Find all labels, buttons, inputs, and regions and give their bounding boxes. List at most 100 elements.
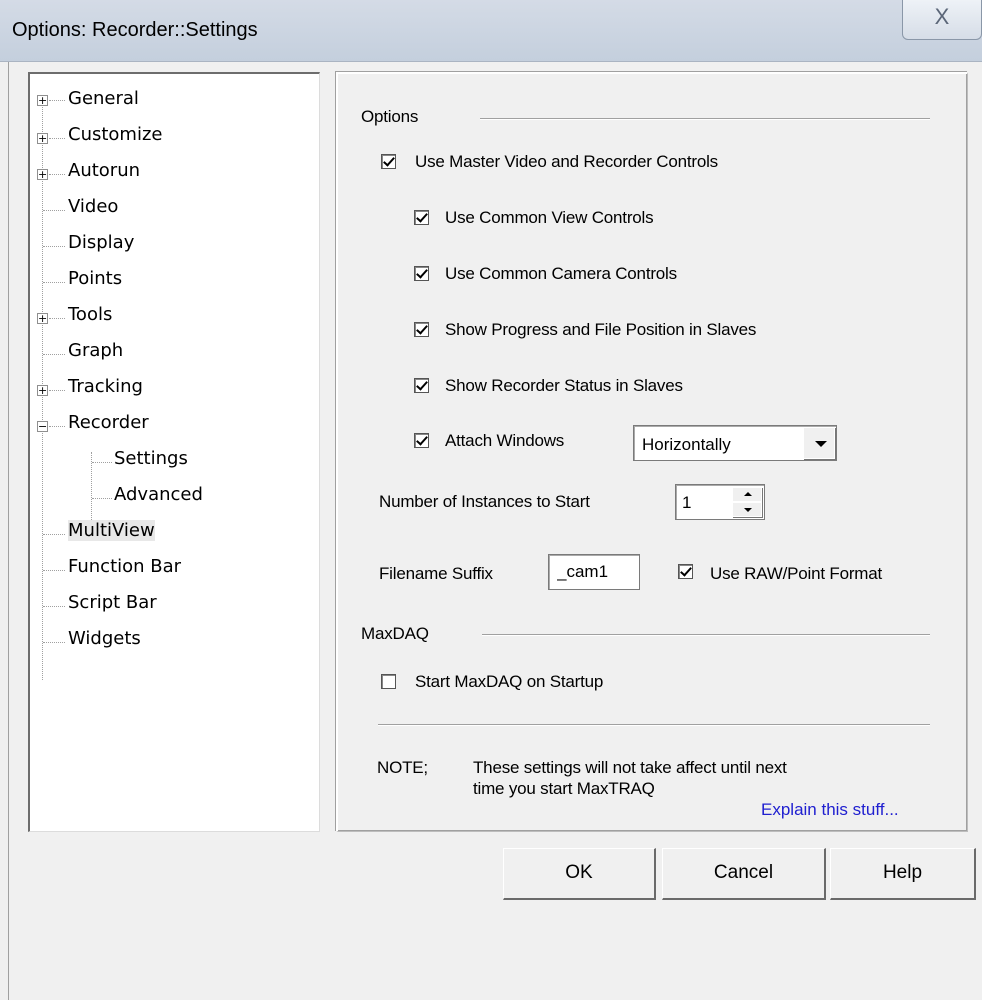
tree-item-label: Widgets xyxy=(68,628,141,649)
attach-windows-value: Horizontally xyxy=(642,435,731,454)
show-progress-checkbox[interactable] xyxy=(414,322,429,337)
tree-item-script-bar[interactable]: Script Bar xyxy=(30,590,310,620)
tree-connector xyxy=(43,534,65,535)
tree-connector xyxy=(49,390,65,391)
tree-item-label: Settings xyxy=(114,448,188,469)
common-view-checkbox[interactable] xyxy=(414,210,429,225)
note-label: NOTE; xyxy=(377,758,428,777)
attach-windows-dropdown[interactable]: Horizontally xyxy=(633,425,837,461)
tree-item-label: Graph xyxy=(68,340,124,361)
recorder-status-checkbox[interactable] xyxy=(414,378,429,393)
filename-suffix-field[interactable] xyxy=(548,554,640,590)
attach-windows-label[interactable]: Attach Windows xyxy=(445,431,564,451)
maxdaq-startup-checkbox[interactable] xyxy=(381,674,396,689)
tree-item-recorder-settings[interactable]: Settings xyxy=(30,446,310,476)
tree-connector xyxy=(43,282,65,283)
expand-icon[interactable]: + xyxy=(37,95,48,106)
maxdaq-startup-label[interactable]: Start MaxDAQ on Startup xyxy=(415,672,603,692)
show-progress-label[interactable]: Show Progress and File Position in Slave… xyxy=(445,320,756,340)
note-separator xyxy=(378,724,930,726)
raw-format-checkbox[interactable] xyxy=(678,564,693,579)
tree-connector xyxy=(49,100,65,101)
expand-icon[interactable]: + xyxy=(37,169,48,180)
master-controls-label[interactable]: Use Master Video and Recorder Controls xyxy=(415,152,718,172)
window-title: Options: Recorder::Settings xyxy=(12,19,258,41)
tree-item-multiview[interactable]: MultiView xyxy=(30,518,310,548)
maxdaq-separator xyxy=(482,634,930,636)
raw-format-label[interactable]: Use RAW/Point Format xyxy=(710,564,882,584)
tree-connector xyxy=(43,642,65,643)
expand-icon[interactable]: + xyxy=(37,385,48,396)
tree-connector xyxy=(43,354,65,355)
tree-connector xyxy=(43,606,65,607)
tree-item-function-bar[interactable]: Function Bar xyxy=(30,554,310,584)
tree-item-display[interactable]: Display xyxy=(30,230,310,260)
tree-item-label: Recorder xyxy=(68,412,149,433)
tree-item-label: Points xyxy=(68,268,123,289)
tree-connector xyxy=(43,570,65,571)
maxdaq-group-header: MaxDAQ xyxy=(361,624,429,643)
tree-connector xyxy=(43,246,65,247)
window-border xyxy=(8,62,9,1000)
tree-connector xyxy=(49,318,65,319)
tree-connector xyxy=(92,498,112,499)
tree-item-label: Autorun xyxy=(68,160,141,181)
tree-item-label: General xyxy=(68,88,139,109)
options-tree[interactable]: + General + Customize + Autorun Video Di… xyxy=(28,72,320,832)
common-view-label[interactable]: Use Common View Controls xyxy=(445,208,654,228)
tree-item-points[interactable]: Points xyxy=(30,266,310,296)
tree-item-graph[interactable]: Graph xyxy=(30,338,310,368)
title-bar: Options: Recorder::Settings X xyxy=(0,0,982,62)
filename-suffix-input[interactable] xyxy=(549,555,639,589)
cancel-button[interactable]: Cancel xyxy=(662,848,826,900)
tree-item-label: Advanced xyxy=(114,484,203,505)
tree-item-video[interactable]: Video xyxy=(30,194,310,224)
spin-up-icon[interactable] xyxy=(732,487,762,502)
recorder-status-label[interactable]: Show Recorder Status in Slaves xyxy=(445,376,683,396)
tree-item-label: Video xyxy=(68,196,119,217)
tree-item-label: Customize xyxy=(68,124,163,145)
expand-icon[interactable]: + xyxy=(37,133,48,144)
expand-icon[interactable]: + xyxy=(37,313,48,324)
tree-item-label: Tracking xyxy=(68,376,143,397)
tree-item-tracking[interactable]: + Tracking xyxy=(30,374,310,404)
tree-item-label: Display xyxy=(68,232,135,253)
instances-label: Number of Instances to Start xyxy=(379,492,590,511)
tree-item-recorder[interactable]: − Recorder xyxy=(30,410,310,440)
common-camera-checkbox[interactable] xyxy=(414,266,429,281)
tree-connector xyxy=(49,174,65,175)
spin-down-icon[interactable] xyxy=(732,502,762,517)
instances-value[interactable]: 1 xyxy=(682,493,691,513)
filename-suffix-label: Filename Suffix xyxy=(379,564,493,583)
tree-item-customize[interactable]: + Customize xyxy=(30,122,310,152)
tree-item-label: MultiView xyxy=(68,520,155,541)
tree-connector xyxy=(49,138,65,139)
tree-item-label: Tools xyxy=(68,304,113,325)
tree-connector xyxy=(43,210,65,211)
options-separator xyxy=(480,118,930,120)
help-button[interactable]: Help xyxy=(830,848,976,900)
close-icon: X xyxy=(934,4,950,29)
tree-item-tools[interactable]: + Tools xyxy=(30,302,310,332)
spin-buttons xyxy=(732,487,762,517)
tree-connector xyxy=(92,462,112,463)
tree-item-label: Function Bar xyxy=(68,556,182,577)
tree-item-general[interactable]: + General xyxy=(30,86,310,116)
tree-item-autorun[interactable]: + Autorun xyxy=(30,158,310,188)
options-group-header: Options xyxy=(361,107,419,126)
note-text-line1: These settings will not take affect unti… xyxy=(473,758,787,777)
ok-button[interactable]: OK xyxy=(503,848,656,900)
close-button[interactable]: X xyxy=(902,0,982,40)
instances-stepper[interactable]: 1 xyxy=(675,484,765,520)
tree-item-widgets[interactable]: Widgets xyxy=(30,626,310,656)
collapse-icon[interactable]: − xyxy=(37,421,48,432)
attach-windows-checkbox[interactable] xyxy=(414,433,429,448)
tree-item-label: Script Bar xyxy=(68,592,157,613)
common-camera-label[interactable]: Use Common Camera Controls xyxy=(445,264,677,284)
tree-connector xyxy=(49,426,65,427)
note-text-line2: time you start MaxTRAQ xyxy=(473,779,655,798)
chevron-down-icon[interactable] xyxy=(803,427,835,459)
explain-link[interactable]: Explain this stuff... xyxy=(761,800,899,820)
tree-item-recorder-advanced[interactable]: Advanced xyxy=(30,482,310,512)
master-controls-checkbox[interactable] xyxy=(381,154,396,169)
